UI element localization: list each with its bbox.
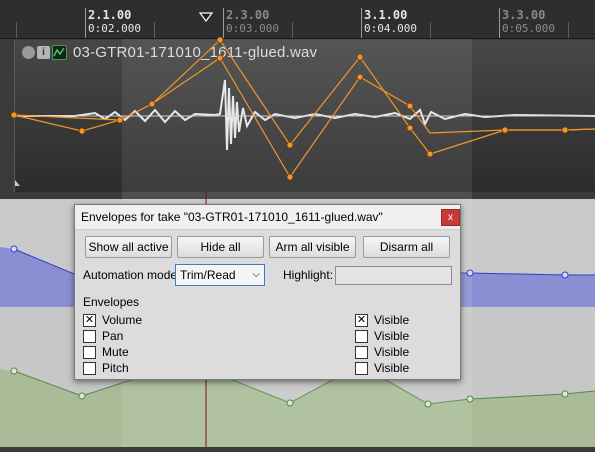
arm-all-visible-button[interactable]: Arm all visible	[269, 236, 356, 258]
ruler-tick	[361, 8, 362, 38]
dialog-title: Envelopes for take "03-GTR01-171010_1611…	[81, 210, 383, 224]
item-header: i 03-GTR01-171010_1611-glued.wav	[22, 44, 317, 61]
automation-mode-select[interactable]: Trim/Read ⌵	[175, 264, 265, 286]
pitch-visible-checkbox[interactable]	[355, 361, 368, 375]
ruler-sublabel: 0:05.000	[502, 22, 555, 35]
visible-row-volume[interactable]: ✕ Visible	[355, 313, 409, 327]
envelope-icon[interactable]	[52, 45, 67, 60]
envelope-name: Volume	[102, 313, 143, 327]
mute-checkbox[interactable]	[83, 345, 96, 359]
envelope-row-volume[interactable]: ✕ Volume	[83, 313, 142, 327]
visible-row-mute[interactable]: Visible	[355, 345, 409, 359]
ruler-minor-tick	[430, 22, 431, 38]
automation-mode-value: Trim/Read	[180, 268, 236, 282]
envelope-name: Mute	[102, 345, 129, 359]
visible-row-pitch[interactable]: Visible	[355, 361, 409, 375]
ruler-tick	[499, 8, 500, 38]
pitch-checkbox[interactable]	[83, 361, 96, 375]
envelope-row-mute[interactable]: Mute	[83, 345, 129, 359]
pan-visible-checkbox[interactable]	[355, 329, 368, 343]
ruler-minor-tick	[568, 22, 569, 38]
media-item[interactable]	[14, 40, 595, 192]
ruler-tick	[223, 8, 224, 38]
ruler-sublabel: 0:02.000	[88, 22, 141, 35]
volume-checkbox[interactable]: ✕	[83, 313, 96, 327]
info-icon[interactable]: i	[37, 46, 50, 59]
highlight-label: Highlight:	[283, 268, 334, 282]
hide-all-button[interactable]: Hide all	[177, 236, 264, 258]
volume-visible-checkbox[interactable]: ✕	[355, 313, 368, 327]
envelope-name: Pan	[102, 329, 124, 343]
circle-icon[interactable]	[22, 46, 35, 59]
envelopes-dialog: Envelopes for take "03-GTR01-171010_1611…	[74, 204, 461, 380]
close-button[interactable]: x	[441, 209, 460, 226]
automation-mode-label: Automation mode:	[83, 268, 181, 282]
dialog-titlebar[interactable]: Envelopes for take "03-GTR01-171010_1611…	[75, 205, 460, 230]
chevron-down-icon: ⌵	[252, 269, 260, 280]
visible-label: Visible	[374, 345, 410, 359]
highlight-input[interactable]	[335, 266, 452, 285]
disarm-all-button[interactable]: Disarm all	[363, 236, 450, 258]
visible-row-pan[interactable]: Visible	[355, 329, 409, 343]
visible-label: Visible	[374, 313, 410, 327]
envelope-row-pan[interactable]: Pan	[83, 329, 123, 343]
mute-visible-checkbox[interactable]	[355, 345, 368, 359]
ruler-minor-tick	[154, 22, 155, 38]
ruler-tick	[85, 8, 86, 38]
envelope-row-pitch[interactable]: Pitch	[83, 361, 129, 375]
waveform	[15, 40, 595, 192]
ruler-label: 2.1.00	[88, 8, 132, 22]
show-all-active-button[interactable]: Show all active	[85, 236, 172, 258]
visible-label: Visible	[374, 329, 410, 343]
ruler-sublabel: 0:04.000	[364, 22, 417, 35]
ruler-sublabel: 0:03.000	[226, 22, 279, 35]
ruler-label: 3.1.00	[364, 8, 408, 22]
ruler-label: 2.3.00	[226, 8, 270, 22]
envelopes-section-label: Envelopes	[83, 295, 140, 309]
item-title: 03-GTR01-171010_1611-glued.wav	[73, 44, 318, 61]
pan-checkbox[interactable]	[83, 329, 96, 343]
timeline-ruler[interactable]: 2.1.00 0:02.000 2.3.00 0:03.000 3.1.00 0:04.0…	[0, 0, 595, 39]
envelope-name: Pitch	[102, 361, 129, 375]
ruler-minor-tick	[292, 22, 293, 38]
ruler-minor-tick	[16, 22, 17, 38]
playhead-marker[interactable]	[198, 9, 214, 27]
ruler-label: 3.3.00	[502, 8, 546, 22]
visible-label: Visible	[374, 361, 410, 375]
